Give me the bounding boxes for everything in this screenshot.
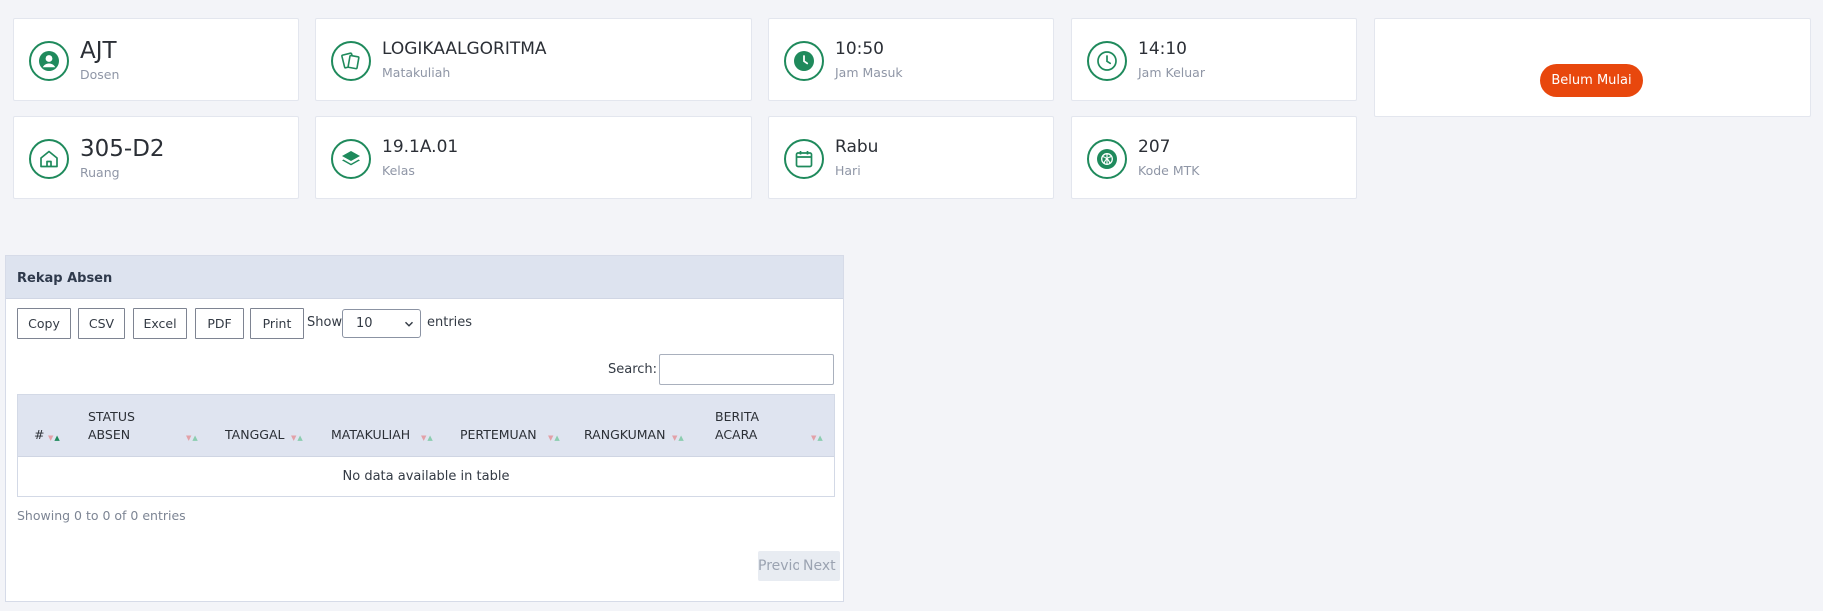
- sort-icon: ▼▲: [186, 434, 199, 442]
- search-input[interactable]: [659, 354, 834, 385]
- col-number-label: #: [34, 427, 45, 442]
- sort-icon: ▼▲: [672, 434, 685, 442]
- pagination: Previous Next: [758, 551, 840, 581]
- col-matakuliah-label: MATAKULIAH: [331, 427, 411, 442]
- kode-mtk-value: 207: [1138, 137, 1171, 157]
- show-label: Show: [307, 315, 343, 330]
- calendar-icon: [784, 139, 824, 179]
- kelas-value: 19.1A.01: [382, 137, 459, 157]
- hari-card: Rabu Hari: [768, 116, 1054, 199]
- jam-keluar-card: 14:10 Jam Keluar: [1071, 18, 1357, 101]
- entries-label: entries: [427, 315, 473, 330]
- col-status-absen[interactable]: STATUS ABSEN ▼▲: [88, 395, 200, 457]
- col-tanggal-label: TANGGAL: [225, 427, 285, 442]
- excel-button[interactable]: Excel: [133, 308, 187, 339]
- clock-outline-icon: [1087, 41, 1127, 81]
- copy-button[interactable]: Copy: [17, 308, 71, 339]
- jam-masuk-card: 10:50 Jam Masuk: [768, 18, 1054, 101]
- previous-button[interactable]: Previous: [758, 551, 799, 581]
- ruang-card: 305-D2 Ruang: [13, 116, 299, 199]
- sort-icon: ▼▲: [291, 434, 304, 442]
- clock-filled-icon: [784, 41, 824, 81]
- matakuliah-label: Matakuliah: [382, 65, 451, 80]
- print-button[interactable]: Print: [250, 308, 304, 339]
- col-pertemuan[interactable]: PERTEMUAN ▼▲: [460, 395, 570, 457]
- dosen-value: AJT: [80, 38, 117, 64]
- rekap-table: # ▼▲ STATUS ABSEN ▼▲ TANGGAL ▼▲ MATAKULIA…: [17, 394, 835, 497]
- dosen-card: AJT Dosen: [13, 18, 299, 101]
- col-number[interactable]: # ▼▲: [34, 395, 84, 457]
- col-rangkuman[interactable]: RANGKUMAN ▼▲: [584, 395, 694, 457]
- dosen-label: Dosen: [80, 67, 120, 82]
- next-button[interactable]: Next: [799, 551, 840, 581]
- sort-icon: ▼▲: [48, 434, 61, 442]
- kelas-card: 19.1A.01 Kelas: [315, 116, 752, 199]
- search-label: Search:: [608, 362, 658, 377]
- col-status-line2: ABSEN: [88, 427, 131, 442]
- csv-button[interactable]: CSV: [78, 308, 125, 339]
- sort-icon: ▼▲: [421, 434, 434, 442]
- col-berita-acara[interactable]: BERITA ACARA ▼▲: [715, 395, 833, 457]
- rekap-absen-panel: Rekap Absen Copy CSV Excel PDF Print Sho…: [5, 255, 844, 602]
- home-icon: [29, 139, 69, 179]
- table-info: Showing 0 to 0 of 0 entries: [17, 508, 186, 523]
- matakuliah-card: LOGIKAALGORITMA Matakuliah: [315, 18, 752, 101]
- jam-masuk-label: Jam Masuk: [835, 65, 903, 80]
- sort-icon: ▼▲: [811, 434, 824, 442]
- page-length-value: 10: [356, 316, 373, 331]
- jam-keluar-value: 14:10: [1138, 39, 1187, 59]
- hari-value: Rabu: [835, 137, 879, 157]
- col-berita-line2: ACARA: [715, 427, 758, 442]
- col-status-line1: STATUS: [88, 409, 135, 424]
- hari-label: Hari: [835, 163, 861, 178]
- documents-icon: [331, 41, 371, 81]
- ball-icon: [1087, 139, 1127, 179]
- pdf-button[interactable]: PDF: [195, 308, 244, 339]
- empty-table-message: No data available in table: [342, 469, 510, 484]
- page-length-select[interactable]: 10: [342, 309, 421, 338]
- panel-title: Rekap Absen: [6, 256, 843, 299]
- sort-icon: ▼▲: [548, 434, 561, 442]
- matakuliah-value: LOGIKAALGORITMA: [382, 39, 547, 59]
- col-berita-line1: BERITA: [715, 409, 760, 424]
- kode-mtk-label: Kode MTK: [1138, 163, 1200, 178]
- jam-masuk-value: 10:50: [835, 39, 884, 59]
- col-tanggal[interactable]: TANGGAL ▼▲: [225, 395, 309, 457]
- col-rangkuman-label: RANGKUMAN: [584, 427, 666, 442]
- status-badge[interactable]: Belum Mulai: [1540, 64, 1643, 97]
- col-matakuliah[interactable]: MATAKULIAH ▼▲: [331, 395, 441, 457]
- user-circle-icon: [29, 41, 69, 81]
- col-pertemuan-label: PERTEMUAN: [460, 427, 537, 442]
- kode-mtk-card: 207 Kode MTK: [1071, 116, 1357, 199]
- jam-keluar-label: Jam Keluar: [1138, 65, 1205, 80]
- chevron-down-icon: [404, 321, 414, 327]
- kelas-label: Kelas: [382, 163, 415, 178]
- ruang-label: Ruang: [80, 165, 120, 180]
- table-header: # ▼▲ STATUS ABSEN ▼▲ TANGGAL ▼▲ MATAKULIA…: [18, 395, 834, 457]
- layers-icon: [331, 139, 371, 179]
- ruang-value: 305-D2: [80, 136, 165, 162]
